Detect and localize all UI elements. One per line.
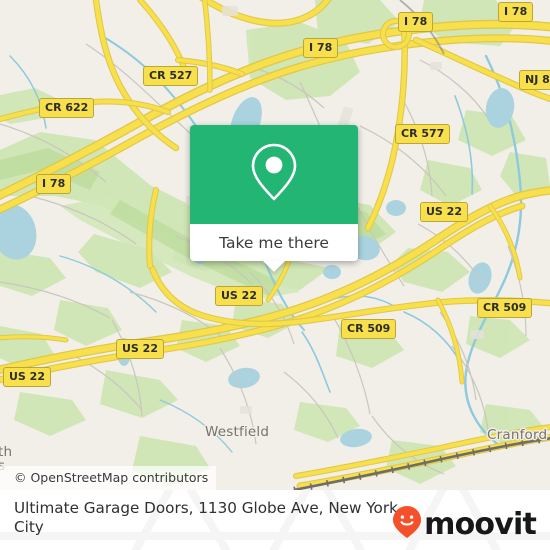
shield-us-22-left[interactable]: US 22 <box>116 339 164 359</box>
footer-bar: Ultimate Garage Doors, 1130 Globe Ave, N… <box>0 490 550 550</box>
take-me-there-label: Take me there <box>219 233 329 252</box>
shield-i-78-upper-mid[interactable]: I 78 <box>303 38 339 58</box>
moovit-logo[interactable]: moovit <box>392 505 537 544</box>
location-title: Ultimate Garage Doors, 1130 Globe Ave, N… <box>14 499 398 536</box>
shield-i-78-top-right-a[interactable]: I 78 <box>498 2 534 22</box>
location-pin-icon <box>248 141 300 208</box>
moovit-map-screenshot: I 78 I 78 I 78 I 78 CR 527 CR 622 CR 577… <box>0 0 550 550</box>
shield-cr-509-center[interactable]: CR 509 <box>341 319 397 339</box>
shield-us-22-far-left[interactable]: US 22 <box>3 367 51 387</box>
shield-i-78-left[interactable]: I 78 <box>36 174 72 194</box>
take-me-there-button[interactable]: Take me there <box>190 224 358 272</box>
shield-i-78-top-center[interactable]: I 78 <box>398 12 434 32</box>
moovit-wordmark: moovit <box>424 506 537 542</box>
shield-us-22-center[interactable]: US 22 <box>215 286 263 306</box>
shield-cr-509-right[interactable]: CR 509 <box>477 298 533 318</box>
shield-us-22-right[interactable]: US 22 <box>420 202 468 222</box>
callout-header <box>190 125 358 224</box>
callout-pointer-tail <box>263 261 285 272</box>
osm-attribution[interactable]: © OpenStreetMap contributors <box>0 466 217 490</box>
shield-nj-82[interactable]: NJ 82 <box>519 70 550 90</box>
shield-cr-577[interactable]: CR 577 <box>395 124 451 144</box>
moovit-pin-icon <box>392 505 422 544</box>
shield-cr-527[interactable]: CR 527 <box>143 66 199 86</box>
destination-callout[interactable]: Take me there <box>190 125 358 272</box>
shield-cr-622[interactable]: CR 622 <box>39 98 95 118</box>
